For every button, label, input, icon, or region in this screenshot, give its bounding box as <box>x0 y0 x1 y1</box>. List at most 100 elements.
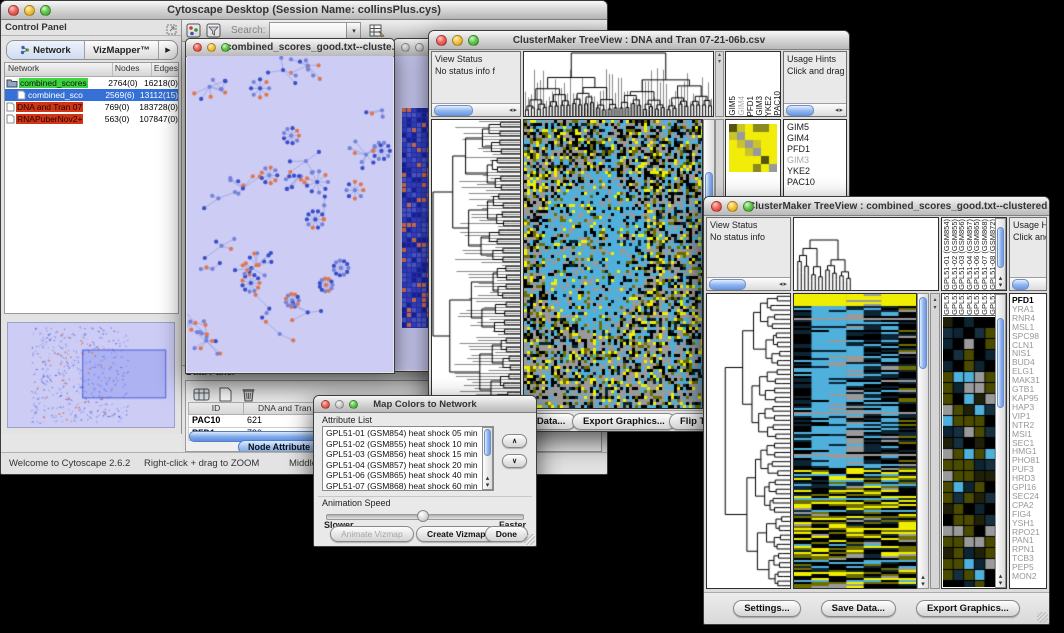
resize-grip[interactable] <box>1037 612 1048 623</box>
tv1-column-dendrogram-canvas[interactable] <box>524 52 713 116</box>
tv2-zoom-heatmap-canvas[interactable] <box>943 317 996 587</box>
zoom-button[interactable] <box>221 43 230 52</box>
minimize-button[interactable] <box>727 201 738 212</box>
attribute-list-vscrollbar[interactable]: ▴▾ <box>482 427 493 490</box>
tv1-status-hscrollbar[interactable]: ◂▸ <box>432 103 520 116</box>
gene-label[interactable]: GIM4 <box>787 133 846 144</box>
done-button[interactable]: Done <box>485 526 528 542</box>
tv2-heatmap[interactable] <box>793 293 917 589</box>
search-input[interactable] <box>269 22 346 39</box>
scrollbar-arrows[interactable]: ▴▾ <box>996 573 1005 587</box>
move-up-button[interactable]: ∧ <box>502 434 527 448</box>
tv1-zoom-heatmap-canvas[interactable] <box>729 124 777 172</box>
network-overview-canvas[interactable] <box>8 323 174 427</box>
minimize-button[interactable] <box>24 5 35 16</box>
column-label[interactable]: YKE2 <box>764 96 773 116</box>
tv1-export-graphics-button[interactable]: Export Graphics... <box>572 413 676 430</box>
map-dialog-titlebar[interactable]: Map Colors to Network <box>314 396 536 413</box>
tv2-row-dendrogram[interactable] <box>706 293 791 589</box>
column-label[interactable]: GIM5 <box>728 96 737 116</box>
id-column-header[interactable]: ID <box>189 403 244 414</box>
close-button[interactable] <box>711 201 722 212</box>
tv2-labels-vscrollbar[interactable]: ▴▾ <box>995 218 1006 290</box>
tab-vizmapper[interactable]: VizMapper™ <box>85 41 159 59</box>
tv2-arrow-strip[interactable]: ▴▾ <box>930 293 940 589</box>
tab-overflow-button[interactable]: ▶ <box>159 41 177 59</box>
column-label[interactable]: GIM3 <box>755 96 764 116</box>
zoom-button[interactable] <box>468 35 479 46</box>
close-button[interactable] <box>193 43 202 52</box>
float-panel-icon[interactable] <box>166 22 177 40</box>
scrollbar-thumb[interactable] <box>919 297 927 370</box>
move-down-button[interactable]: ∨ <box>502 454 527 468</box>
network-view-titlebar[interactable]: combined_scores_good.txt--cluste... <box>186 39 394 57</box>
tv1-heatmap[interactable] <box>523 119 703 409</box>
tab-network[interactable]: Network <box>7 41 85 59</box>
delete-attribute-icon[interactable] <box>238 384 258 404</box>
close-button[interactable] <box>321 400 330 409</box>
scrollbar-thumb[interactable] <box>997 227 1004 268</box>
edges-col-header[interactable]: Edges <box>152 63 178 76</box>
scrollbar-arrows[interactable]: ◂▸ <box>509 106 520 114</box>
tv2-usage-hscrollbar[interactable] <box>1010 277 1046 290</box>
scrollbar-thumb[interactable] <box>484 429 491 455</box>
tv2-status-hscrollbar[interactable]: ◂▸ <box>707 277 790 290</box>
nodes-col-header[interactable]: Nodes <box>113 63 152 76</box>
scrollbar-thumb[interactable] <box>997 318 1004 408</box>
close-button[interactable] <box>436 35 447 46</box>
zoom-button[interactable] <box>743 201 754 212</box>
network-view-canvas[interactable] <box>187 56 393 372</box>
attribute-list-item[interactable]: GPL51-02 (GSM855) heat shock 10 min <box>325 439 481 450</box>
gene-label[interactable]: MON2 <box>1012 572 1046 581</box>
scrollbar-thumb[interactable] <box>786 105 814 116</box>
minimize-button[interactable] <box>452 35 463 46</box>
scrollbar-arrows[interactable]: ▴▾ <box>996 275 1005 289</box>
scrollbar-arrows[interactable]: ▴▾ <box>483 475 492 489</box>
table-icon[interactable] <box>191 384 211 404</box>
resize-grip[interactable] <box>524 534 535 545</box>
scrollbar-thumb[interactable] <box>709 279 746 290</box>
network-row[interactable]: DNA and Tran 07 769(0) 183728(0) <box>5 101 178 113</box>
search-dropdown-button[interactable]: ▾ <box>346 22 361 39</box>
minimize-button[interactable] <box>207 43 216 52</box>
scrollbar-thumb[interactable] <box>1012 279 1029 290</box>
treeview1-titlebar[interactable]: ClusterMaker TreeView : DNA and Tran 07-… <box>429 31 849 50</box>
network-row-selected[interactable]: combined_sco 2569(6) 13112(15) <box>5 89 178 101</box>
tv1-heatmap-canvas[interactable] <box>524 120 702 408</box>
tv1-row-dendrogram-canvas[interactable] <box>432 120 520 408</box>
column-label[interactable]: PAC10 <box>773 91 781 116</box>
gene-label[interactable]: GIM5 <box>787 122 846 133</box>
attribute-list-item[interactable]: GPL51-03 (GSM856) heat shock 15 min <box>325 449 481 460</box>
animation-speed-slider[interactable] <box>326 514 524 520</box>
tv1-usage-hscrollbar[interactable]: ◂▸ <box>784 103 846 116</box>
tv2-column-dendrogram[interactable] <box>793 217 939 291</box>
column-label[interactable]: GIM4 <box>737 96 746 116</box>
tv2-save-data-button[interactable]: Save Data... <box>821 600 896 617</box>
new-attribute-icon[interactable] <box>215 384 235 404</box>
scrollbar-thumb[interactable] <box>434 105 473 116</box>
gene-label[interactable]: PFD1 <box>787 144 846 155</box>
treeview2-titlebar[interactable]: ClusterMaker TreeView : combined_scores_… <box>704 197 1049 216</box>
gene-label[interactable]: PAC10 <box>787 177 846 188</box>
animate-vizmap-button[interactable]: Animate Vizmap <box>330 526 414 542</box>
minimize-button[interactable] <box>415 43 424 52</box>
zoom-button[interactable] <box>40 5 51 16</box>
close-button[interactable] <box>8 5 19 16</box>
network-overview-panel[interactable] <box>7 322 175 428</box>
tv1-column-dendrogram[interactable] <box>523 51 714 117</box>
attribute-list-item[interactable]: GPL51-06 (GSM865) heat shock 40 min <box>325 470 481 481</box>
minimize-button[interactable] <box>335 400 344 409</box>
scrollbar-arrows[interactable]: ▴▾ <box>918 574 928 588</box>
gene-label[interactable]: YKE2 <box>787 166 846 177</box>
attribute-list-item[interactable]: GPL51-01 (GSM854) heat shock 05 min <box>325 428 481 439</box>
tv2-row-dendrogram-canvas[interactable] <box>707 294 790 588</box>
tv2-heatmap-vscrollbar[interactable]: ▴▾ <box>917 293 929 589</box>
column-label[interactable]: PFD1 <box>746 96 755 116</box>
scrollbar-arrows[interactable]: ◂▸ <box>835 106 846 114</box>
network-row[interactable]: combined_scores 2764(0) 16218(0) <box>5 77 178 89</box>
zoom-button[interactable] <box>349 400 358 409</box>
tv2-settings-button[interactable]: Settings... <box>733 600 800 617</box>
gene-label[interactable]: GIM3 <box>787 155 846 166</box>
slider-thumb[interactable] <box>417 510 429 522</box>
attribute-list-item[interactable]: GPL51-07 (GSM868) heat shock 60 min <box>325 481 481 492</box>
